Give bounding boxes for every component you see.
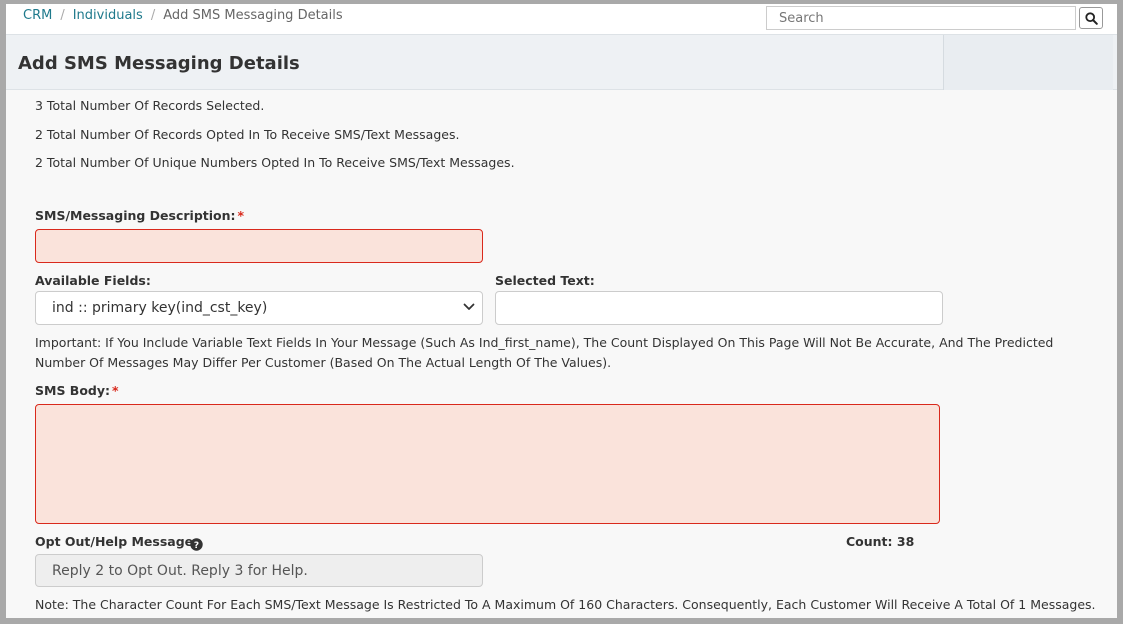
required-marker: * <box>237 208 245 223</box>
description-input[interactable] <box>35 229 483 263</box>
search-input[interactable] <box>766 6 1076 30</box>
sms-body-label: SMS Body: * <box>35 383 119 398</box>
chevron-down-icon <box>463 303 475 310</box>
required-marker: * <box>112 383 119 398</box>
breadcrumb-separator: / <box>150 8 156 23</box>
selected-text-input[interactable] <box>495 291 943 325</box>
search-button[interactable] <box>1079 7 1103 29</box>
breadcrumb-individuals-link[interactable]: Individuals <box>73 8 143 23</box>
records-selected-text: 3 Total Number Of Records Selected. <box>35 98 265 113</box>
selected-text-label: Selected Text: <box>495 273 595 288</box>
breadcrumb-separator: / <box>60 8 65 23</box>
page-title: Add SMS Messaging Details <box>18 53 300 74</box>
page-frame: CRM / Individuals / Add SMS Messaging Detail… <box>6 4 1117 618</box>
breadcrumb-current: Add SMS Messaging Details <box>163 8 343 23</box>
description-label: SMS/Messaging Description: * <box>35 208 244 223</box>
sms-body-textarea[interactable] <box>35 404 940 524</box>
opt-out-label: Opt Out/Help Message: <box>35 534 199 549</box>
question-circle-icon[interactable]: ? <box>190 538 203 551</box>
breadcrumb-crm-link[interactable]: CRM <box>23 8 52 23</box>
header-action-area <box>943 35 1113 90</box>
available-fields-label: Available Fields: <box>35 273 151 288</box>
character-count: Count: 38 <box>846 534 915 549</box>
unique-numbers-opted-in-text: 2 Total Number Of Unique Numbers Opted I… <box>35 155 515 170</box>
character-limit-note: Note: The Character Count For Each SMS/T… <box>35 597 1096 612</box>
sms-body-label-text: SMS Body: <box>35 383 111 398</box>
page-header: Add SMS Messaging Details <box>6 34 1117 90</box>
svg-text:?: ? <box>194 541 199 551</box>
opt-out-message-field: Reply 2 to Opt Out. Reply 3 for Help. <box>35 554 483 587</box>
records-opted-in-text: 2 Total Number Of Records Opted In To Re… <box>35 127 460 142</box>
description-label-text: SMS/Messaging Description: <box>35 208 236 223</box>
important-note: Important: If You Include Variable Text … <box>35 335 1054 370</box>
available-fields-selected-value: ind :: primary key(ind_cst_key) <box>52 300 268 316</box>
available-fields-select[interactable]: ind :: primary key(ind_cst_key) <box>35 291 483 325</box>
search-icon <box>1085 12 1098 25</box>
opt-out-message-value: Reply 2 to Opt Out. Reply 3 for Help. <box>52 563 308 579</box>
top-bar: CRM / Individuals / Add SMS Messaging Detail… <box>6 4 1117 34</box>
breadcrumb: CRM / Individuals / Add SMS Messaging Detail… <box>23 8 343 23</box>
